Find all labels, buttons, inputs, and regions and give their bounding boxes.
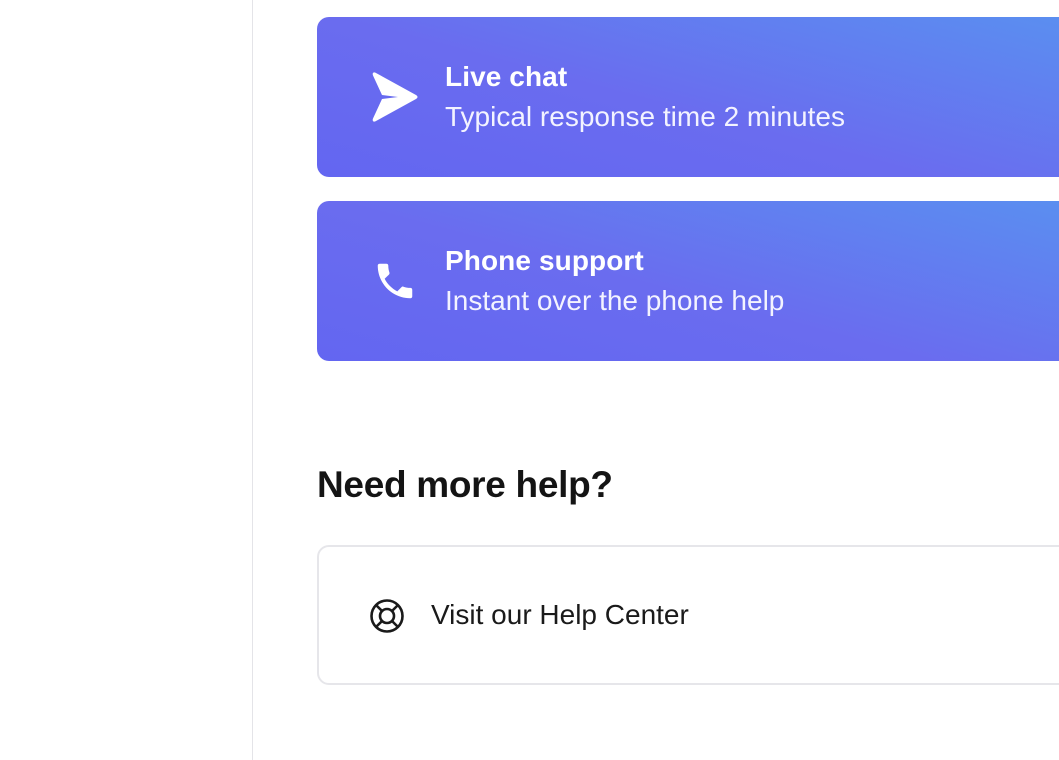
phone-support-title: Phone support	[445, 245, 644, 276]
need-more-help-heading: Need more help?	[317, 464, 613, 505]
support-content: Live chat Typical response time 2 minute…	[253, 0, 1059, 760]
live-chat-card[interactable]: Live chat Typical response time 2 minute…	[317, 17, 1059, 177]
phone-support-card[interactable]: Phone support Instant over the phone hel…	[317, 201, 1059, 361]
send-icon	[371, 71, 419, 123]
phone-icon	[371, 255, 419, 307]
page: Live chat Typical response time 2 minute…	[0, 0, 1059, 760]
help-center-label: Visit our Help Center	[431, 599, 689, 630]
live-chat-subtitle: Typical response time 2 minutes	[445, 101, 845, 132]
live-chat-title: Live chat	[445, 61, 568, 92]
lifebuoy-icon	[369, 598, 405, 634]
help-center-link[interactable]: Visit our Help Center	[317, 545, 1059, 685]
phone-support-subtitle: Instant over the phone help	[445, 285, 785, 316]
left-sidebar-pane	[0, 0, 253, 760]
